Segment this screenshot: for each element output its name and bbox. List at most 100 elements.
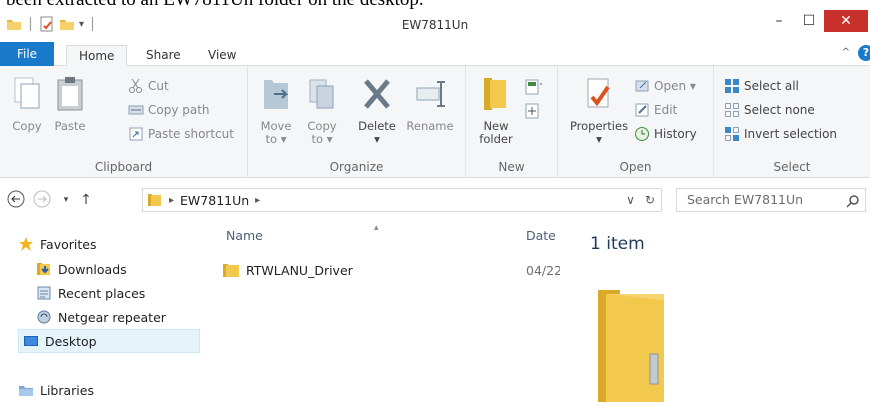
select-group-label: Select: [773, 160, 811, 174]
scissors-icon: [129, 78, 142, 93]
invert-selection-button[interactable]: Invert selection: [724, 126, 837, 142]
rename-button[interactable]: Rename: [404, 76, 456, 133]
breadcrumb-separator-icon: ▸: [169, 194, 175, 206]
history-label: History: [654, 127, 697, 141]
forward-button[interactable]: [32, 190, 52, 210]
new-folder-button[interactable]: New folder: [474, 76, 518, 146]
open-group-label: Open: [619, 160, 652, 174]
open-icon: [635, 80, 649, 92]
libraries-icon: [19, 386, 33, 396]
new-group: New folder New: [466, 66, 558, 178]
copy-to-icon: [309, 79, 334, 109]
forward-arrow-icon: [33, 190, 51, 208]
refresh-icon[interactable]: ↻: [645, 193, 655, 207]
tab-file[interactable]: File: [0, 42, 54, 66]
collapse-ribbon-icon[interactable]: ^: [842, 47, 850, 58]
column-name[interactable]: Name: [226, 228, 263, 243]
select-none-icon: [725, 103, 739, 117]
file-date: 04/22: [526, 262, 563, 278]
table-row[interactable]: RTWLANU_Driver 04/22: [222, 260, 562, 280]
sort-ascending-icon: ▴: [374, 223, 379, 233]
copy-label: Copy: [12, 119, 42, 133]
copy-button[interactable]: Copy: [10, 76, 44, 133]
edit-icon: [635, 103, 649, 117]
copy-to-label-line2: to ▾: [311, 132, 333, 146]
title-bar: ▾ EW7811Un – ☐ ✕: [0, 10, 870, 42]
nav-recent-places[interactable]: Recent places: [36, 281, 145, 305]
column-date-label: Date: [526, 228, 556, 243]
paste-shortcut-button[interactable]: Paste shortcut: [128, 126, 234, 142]
clipboard-group: Copy Paste Cut Copy path Paste shortcut …: [0, 66, 248, 178]
open-label: Open ▾: [654, 79, 696, 93]
copy-to-button[interactable]: Copy to ▾: [302, 76, 342, 146]
folder-icon: [223, 264, 239, 277]
column-date[interactable]: Date: [526, 228, 556, 243]
window-title: EW7811Un: [401, 18, 469, 32]
nav-recent-places-label: Recent places: [58, 285, 146, 301]
properties-dropdown: ▾: [596, 132, 602, 146]
breadcrumb-ew7811un[interactable]: EW7811Un: [180, 193, 249, 208]
minimize-button[interactable]: –: [766, 10, 792, 32]
nav-downloads[interactable]: Downloads: [36, 257, 127, 281]
copy-path-label: Copy path: [148, 103, 210, 117]
open-group: Properties ▾ Open ▾ Edit History Open: [558, 66, 714, 178]
move-to-icon: [264, 80, 289, 109]
nav-libraries[interactable]: Libraries: [18, 378, 94, 402]
move-to-label-line2: to ▾: [265, 132, 287, 146]
nav-netgear-repeater-label: Netgear repeater: [58, 309, 166, 325]
star-icon: [19, 237, 33, 251]
copy-icon: [14, 77, 40, 109]
copy-path-icon: [128, 105, 144, 115]
address-dropdown-icon[interactable]: ∨: [626, 193, 635, 207]
open-button[interactable]: Open ▾: [634, 78, 696, 94]
nav-favorites-label: Favorites: [40, 236, 97, 252]
delete-button[interactable]: Delete ▾: [354, 76, 400, 146]
nav-downloads-label: Downloads: [58, 261, 127, 277]
new-item-icon[interactable]: [524, 78, 544, 96]
address-bar[interactable]: ▸ EW7811Un ▸ ∨ ↻: [142, 188, 662, 212]
back-button[interactable]: [6, 190, 26, 210]
tab-share[interactable]: Share: [134, 45, 193, 66]
caption-text: been extracted to an EW7811Un folder on …: [6, 0, 424, 10]
search-input[interactable]: Search EW7811Un: [676, 188, 866, 212]
maximize-button[interactable]: ☐: [796, 10, 822, 32]
history-icon: [635, 127, 649, 141]
edit-button[interactable]: Edit: [634, 102, 677, 118]
delete-x-icon: [364, 79, 390, 109]
nav-desktop[interactable]: Desktop: [18, 329, 200, 353]
history-button[interactable]: History: [634, 126, 697, 142]
ribbon-tabs: File Home Share View ^ ?: [0, 42, 870, 67]
up-arrow-icon[interactable]: ↑: [76, 190, 96, 210]
help-icon[interactable]: ?: [858, 45, 870, 61]
back-arrow-icon: [7, 190, 25, 208]
column-name-label: Name: [226, 228, 263, 243]
tab-view[interactable]: View: [196, 45, 248, 66]
item-count: 1 item: [590, 234, 645, 254]
easy-access-icon[interactable]: [524, 102, 544, 120]
close-button[interactable]: ✕: [824, 10, 868, 32]
nav-favorites[interactable]: Favorites: [18, 232, 96, 256]
breadcrumb-separator-icon[interactable]: ▸: [255, 195, 260, 206]
tab-home[interactable]: Home: [66, 45, 128, 67]
large-folder-icon: [598, 290, 664, 402]
cut-button[interactable]: Cut: [128, 78, 169, 94]
nav-netgear-repeater[interactable]: Netgear repeater: [36, 305, 166, 329]
cut-label: Cut: [148, 79, 169, 93]
copy-path-button[interactable]: Copy path: [128, 102, 210, 118]
new-group-label: New: [498, 160, 525, 174]
search-icon[interactable]: [846, 194, 860, 208]
move-to-button[interactable]: Move to ▾: [256, 76, 296, 146]
select-all-button[interactable]: Select all: [724, 78, 799, 94]
delete-dropdown: ▾: [374, 132, 380, 146]
paste-button[interactable]: Paste: [50, 76, 90, 133]
select-none-button[interactable]: Select none: [724, 102, 815, 118]
recent-locations-icon[interactable]: ▾: [56, 190, 76, 210]
paste-shortcut-icon: [129, 127, 143, 141]
organize-group-label: Organize: [329, 160, 384, 174]
navigation-pane: Favorites Downloads Recent places Netgea…: [0, 224, 210, 402]
paste-shortcut-label: Paste shortcut: [148, 127, 234, 141]
properties-button[interactable]: Properties ▾: [566, 76, 632, 146]
invert-selection-label: Invert selection: [744, 127, 838, 141]
organize-group: Move to ▾ Copy to ▾ Delete ▾ Rename Orga…: [248, 66, 466, 178]
select-group: Select all Select none Invert selection …: [714, 66, 870, 178]
